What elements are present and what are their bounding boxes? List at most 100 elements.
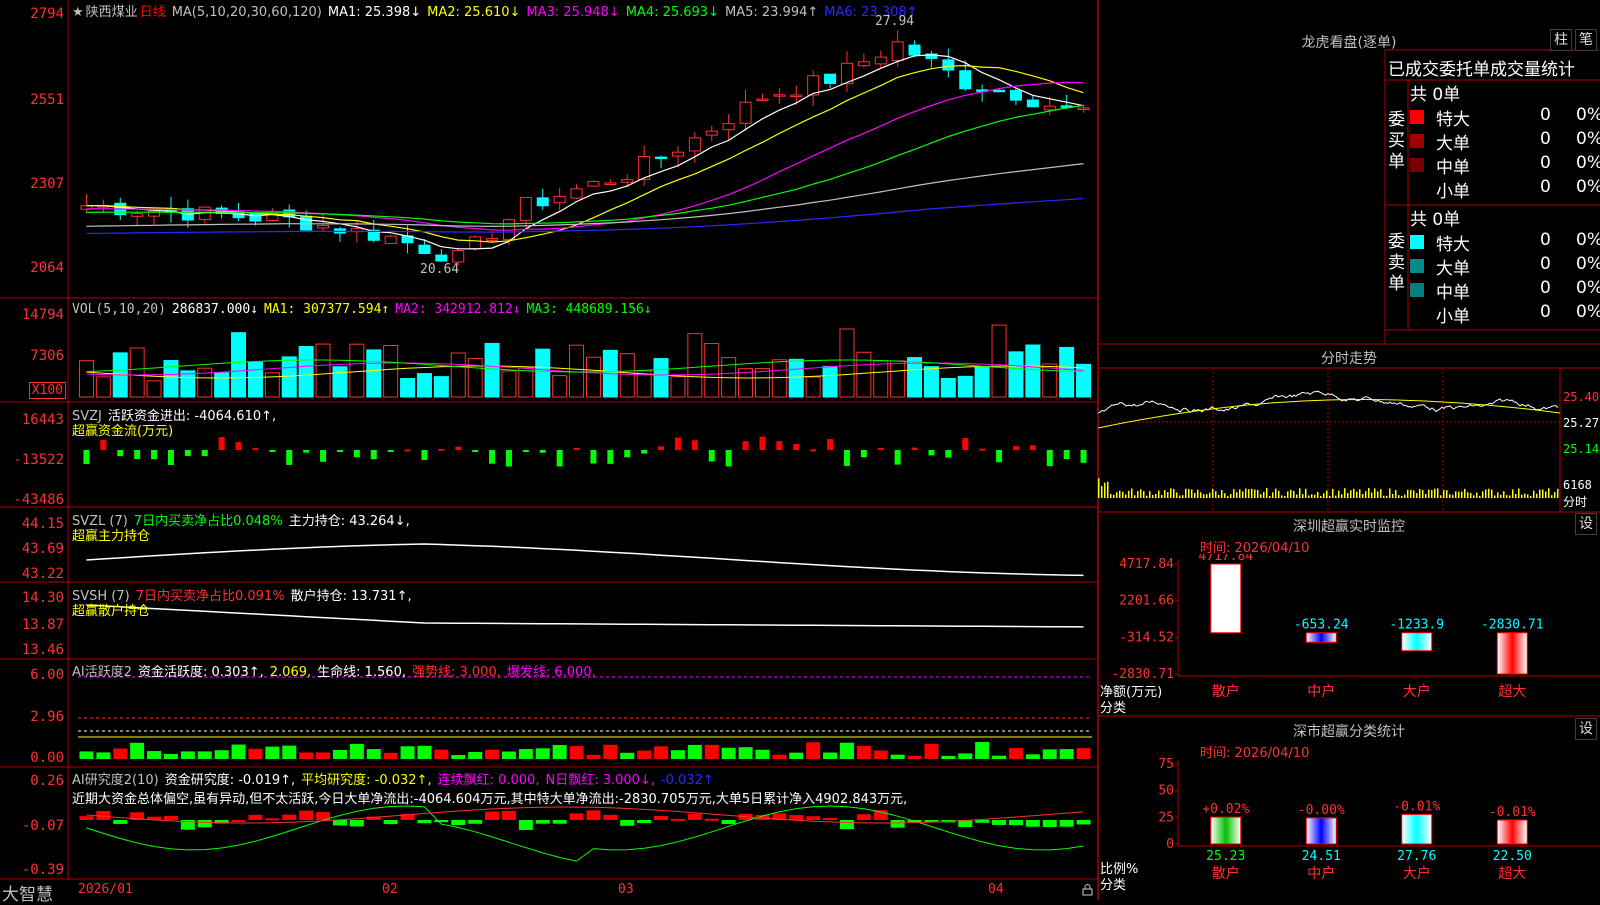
ai1-e: 爆发线: 6.000, [506,665,596,680]
order-type: 大单 [1436,134,1470,154]
intraday-volume [1311,494,1313,498]
fund-flow-bar [725,450,732,467]
research-bar [569,813,584,820]
classify-chart[interactable]: 75 50 25 0 +0.02% 25.23散户 -0.00% 24.51中户 -0.01% 2… [1098,756,1600,900]
activity-bar [248,748,263,759]
monitor-settings-button[interactable]: 设 [1575,513,1597,535]
fund-flow-bar [996,450,1003,463]
fund-flow-bar [810,449,817,452]
period-label[interactable]: 日线 [140,5,166,20]
activity-bar [772,754,787,759]
intraday-volume [1359,489,1361,498]
fund-flow-bar [472,450,479,452]
research-bar [789,815,804,820]
activity-bar [1025,754,1040,759]
activity-bar [738,747,753,759]
ai1-b: 2.069, [269,665,312,680]
intraday-volume [1209,492,1211,498]
intraday-volume [1098,478,1100,498]
volume-bar [146,380,162,398]
research-bar [839,820,854,830]
intraday-volume [1485,489,1487,498]
intraday-chart[interactable] [1098,368,1600,512]
research-bar [299,810,314,820]
fund-flow-bar [235,442,242,450]
research-bar [823,818,838,821]
candle [384,235,397,245]
bar-value-label: 27.76 [1397,849,1436,864]
bar-value-label: 22.50 [1493,849,1532,864]
intraday-volume [1263,491,1265,498]
intraday-volume [1110,494,1112,498]
intraday-volume [1224,493,1226,498]
bar-rect [1305,817,1337,845]
research-bar [468,820,483,824]
vol-header: VOL(5,10,20) 286837.000↓ MA1: 307377.594↑ M… [72,302,658,317]
ai1-c: 生命线: 1.560, [317,665,406,680]
vol-spec: VOL(5,10,20) [72,302,166,317]
lhb-title: 龙虎看盘(逐单) [1301,35,1397,51]
volume-bar [315,343,331,398]
candle [993,89,1006,93]
svzj-sub: 超赢资金流(万元) [72,424,174,439]
intraday-volume [1161,495,1163,498]
bar-value-label: -1233.9 [1389,618,1444,633]
main-chart-area[interactable] [0,0,1098,880]
research-bar [349,820,364,827]
candle [773,94,786,97]
intraday-volume [1137,490,1139,498]
order-row: 中单 0 0% [1410,153,1600,178]
intraday-volume [1254,489,1256,498]
intraday-volume [1557,488,1559,498]
order-type: 小单 [1436,182,1470,202]
fund-flow-bars [83,436,1087,467]
star-icon[interactable]: ★ [72,5,84,20]
tick-mode-button[interactable]: 笔 [1575,29,1597,51]
intraday-volume [1344,488,1346,498]
volume-bar [95,376,111,398]
intraday-volume [1293,490,1295,498]
intraday-volume [1131,488,1133,498]
activity-bar [806,742,821,759]
bar-rect [1210,563,1242,634]
low-price-label: 20.64 [420,262,460,277]
lock-icon[interactable] [1082,884,1094,896]
volume-bar [214,372,230,398]
monitor-chart[interactable]: 4717.84 2201.66 -314.52 -2830.71 4717.84 散户 -6… [1098,554,1600,716]
candle [452,250,465,263]
intraday-volume [1239,489,1241,498]
activity-bar [400,746,415,759]
intraday-volume [1221,489,1223,498]
activity-bar [1076,748,1091,759]
fund-flow-bar [218,437,225,450]
intraday-volume [1467,492,1469,498]
candle [300,215,313,231]
intraday-volume [1380,489,1382,498]
activity-bar [569,746,584,759]
monitor-xlabel: 分类 [1100,701,1127,716]
fund-flow-bar [336,450,343,453]
ma-values: MA1: 25.398↓ MA2: 25.610↓ MA3: 25.948↓ MA4:… [328,5,924,20]
candle [418,244,431,254]
research-bar [721,820,736,825]
research-bar [332,820,347,826]
intraday-volume [1149,491,1151,498]
fund-flow-bar [201,450,208,457]
bar-mode-button[interactable]: 柱 [1550,29,1572,51]
intraday-volume [1200,492,1202,498]
ai2-label: AI研究度2(10) [72,773,159,788]
activity-bar [1042,749,1057,759]
research-bar [687,813,702,820]
intraday-volume [1134,495,1136,498]
intraday-volume [1296,494,1298,498]
category-bar [1401,632,1433,652]
activity-bar [856,745,871,759]
fund-flow-bar [387,450,394,452]
classify-settings-button[interactable]: 设 [1575,718,1597,740]
svsh-sub: 超赢散户持仓 [72,604,151,619]
intraday-volume [1458,491,1460,498]
fund-flow-bar [100,439,107,450]
volume-bar [754,368,770,398]
activity-bar [992,755,1007,759]
research-bar [501,811,516,820]
